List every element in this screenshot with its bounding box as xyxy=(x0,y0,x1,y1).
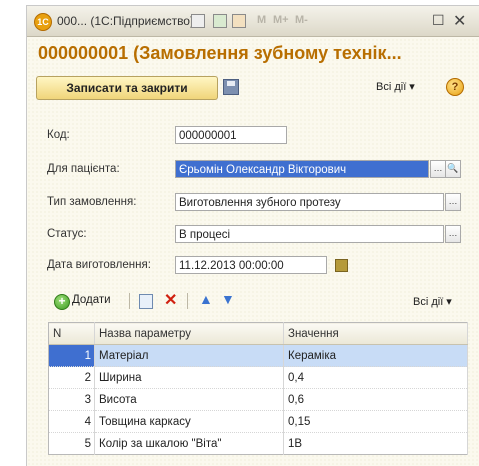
parameter-value-cell[interactable]: 0,6 xyxy=(283,388,468,411)
table-row[interactable]: 1 Матеріал Кераміка xyxy=(48,344,468,367)
row-number: 4 xyxy=(48,410,95,433)
code-field[interactable]: 000000001 xyxy=(175,126,287,144)
parameter-name-cell[interactable]: Товщина каркасу xyxy=(94,410,284,433)
form-window: 1С 000... (1С:Підприємство) M M+ M- ☐ ✕ … xyxy=(26,5,479,466)
help-icon[interactable]: ? xyxy=(446,78,464,96)
all-actions-menu[interactable]: Всі дії ▾ xyxy=(376,80,415,93)
maximize-icon[interactable]: ☐ xyxy=(432,12,445,29)
copy-icon[interactable] xyxy=(139,294,153,309)
delete-icon[interactable]: ✕ xyxy=(164,290,177,310)
parameter-name-cell[interactable]: Ширина xyxy=(94,366,284,389)
add-button[interactable]: Додати xyxy=(72,294,111,306)
parameter-value-cell[interactable]: 0,4 xyxy=(283,366,468,389)
column-header-value[interactable]: Значення xyxy=(283,322,468,345)
memory-plus-icon: M+ xyxy=(273,14,289,26)
parameter-value-cell[interactable]: 0,15 xyxy=(283,410,468,433)
parameter-value-cell[interactable]: Кераміка xyxy=(283,344,468,367)
parameters-table: N Назва параметру Значення 1 Матеріал Ке… xyxy=(48,322,468,455)
order-type-label: Тип замовлення: xyxy=(47,196,137,208)
window-title: 000... (1С:Підприємство) xyxy=(57,14,194,28)
column-header-name[interactable]: Назва параметру xyxy=(94,322,284,345)
row-number: 2 xyxy=(48,366,95,389)
calendar-icon[interactable] xyxy=(232,14,246,28)
patient-select-button[interactable]: … xyxy=(430,160,446,178)
date-field[interactable]: 11.12.2013 00:00:00 xyxy=(175,256,327,274)
move-down-icon[interactable]: ▼ xyxy=(221,291,235,307)
close-icon[interactable]: ✕ xyxy=(453,11,466,31)
save-and-close-button[interactable]: Записати та закрити xyxy=(36,76,218,100)
order-type-select-button[interactable]: … xyxy=(445,193,461,211)
table-row[interactable]: 4 Товщина каркасу 0,15 xyxy=(48,410,468,433)
patient-field[interactable]: Єрьомін Олександр Вікторович xyxy=(175,160,429,178)
status-field[interactable]: В процесі xyxy=(175,225,444,243)
toolbar-divider xyxy=(187,293,188,309)
order-type-field[interactable]: Виготовлення зубного протезу xyxy=(175,193,444,211)
code-label: Код: xyxy=(47,129,70,141)
save-icon[interactable] xyxy=(223,79,239,95)
parameter-value-cell[interactable]: 1В xyxy=(283,432,468,455)
memory-m-icon: M xyxy=(257,14,267,26)
column-header-n[interactable]: N xyxy=(48,322,95,345)
table-icon[interactable] xyxy=(213,14,227,28)
row-number: 3 xyxy=(48,388,95,411)
calendar-picker-icon[interactable] xyxy=(335,259,348,272)
table-row[interactable]: 2 Ширина 0,4 xyxy=(48,366,468,389)
date-label: Дата виготовлення: xyxy=(47,259,151,271)
parameter-name-cell[interactable]: Висота xyxy=(94,388,284,411)
table-row[interactable]: 3 Висота 0,6 xyxy=(48,388,468,411)
patient-search-icon[interactable]: 🔍 xyxy=(445,160,461,178)
memory-minus-icon: M- xyxy=(295,14,308,26)
move-up-icon[interactable]: ▲ xyxy=(199,291,213,307)
table-all-actions-menu[interactable]: Всі дії ▾ xyxy=(413,295,452,308)
title-bar: 1С 000... (1С:Підприємство) M M+ M- ☐ ✕ xyxy=(27,6,479,37)
row-number: 5 xyxy=(48,432,95,455)
favorites-icon[interactable] xyxy=(191,14,205,28)
row-number: 1 xyxy=(48,344,95,367)
parameter-name-cell[interactable]: Колір за шкалою "Віта" xyxy=(94,432,284,455)
table-header-row: N Назва параметру Значення xyxy=(48,322,468,345)
parameter-name-cell[interactable]: Матеріал xyxy=(94,344,284,367)
patient-label: Для пацієнта: xyxy=(47,163,120,175)
add-icon[interactable]: + xyxy=(54,294,70,310)
document-title: 000000001 (Замовлення зубному технік... xyxy=(38,43,402,63)
status-label: Статус: xyxy=(47,228,87,240)
table-row[interactable]: 5 Колір за шкалою "Віта" 1В xyxy=(48,432,468,455)
toolbar-divider xyxy=(129,293,130,309)
status-select-button[interactable]: … xyxy=(445,225,461,243)
1c-app-icon[interactable]: 1С xyxy=(34,13,52,31)
